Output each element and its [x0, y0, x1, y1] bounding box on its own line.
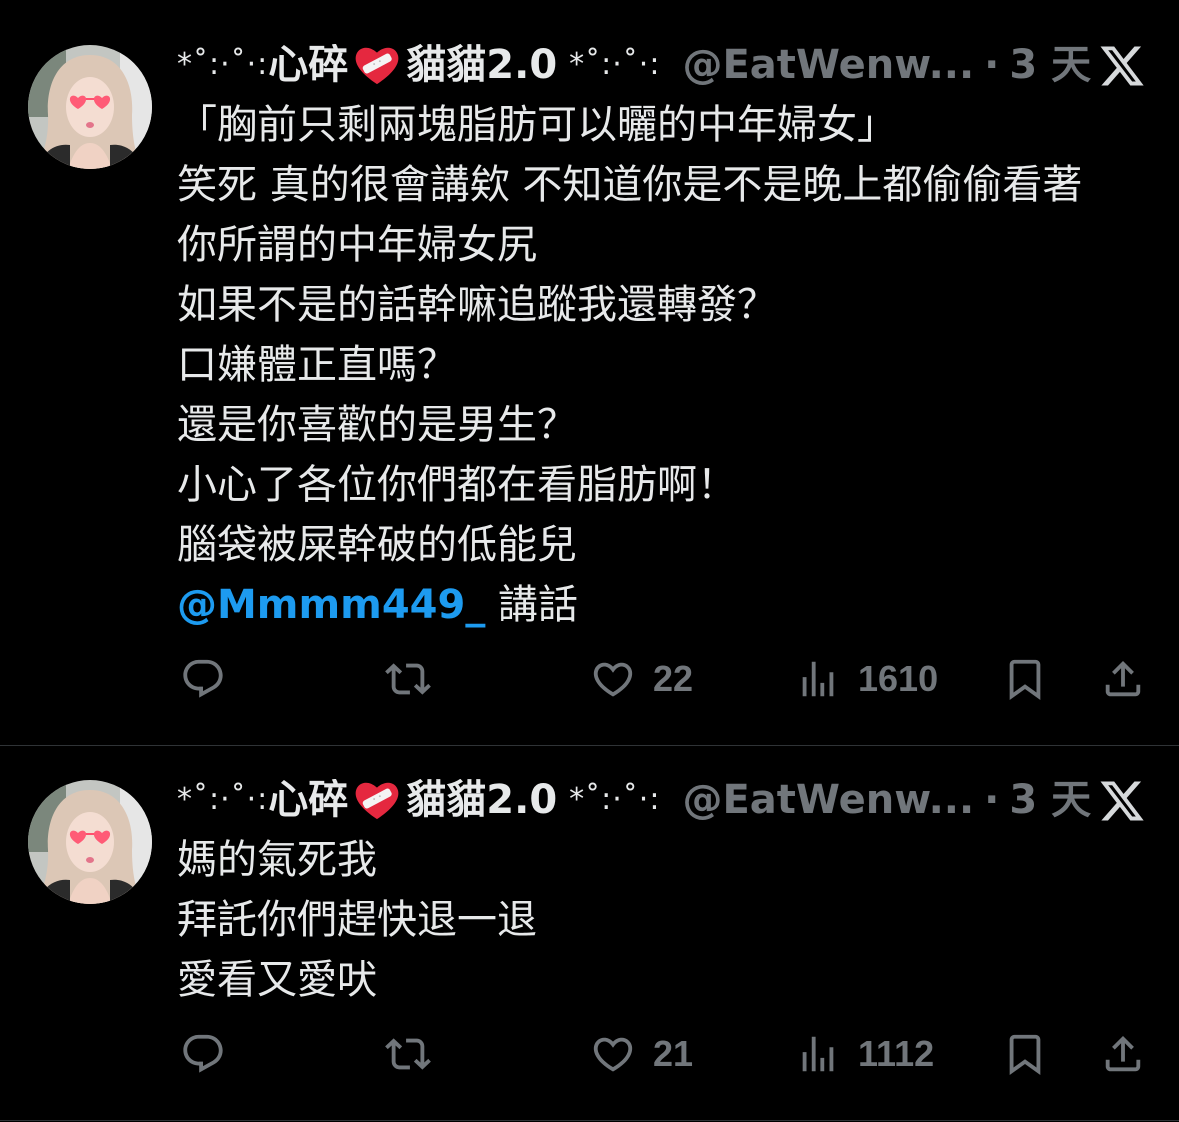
name-decoration[interactable]: *˚:·˚·:	[177, 44, 268, 86]
avatar[interactable]	[28, 780, 152, 904]
mending-heart-icon	[354, 44, 400, 86]
views-icon	[795, 1031, 841, 1077]
share-icon	[1100, 656, 1146, 702]
views-count: 1112	[858, 1033, 935, 1074]
display-name[interactable]: 心碎	[268, 44, 348, 86]
bookmark-button[interactable]	[1002, 656, 1048, 702]
share-button[interactable]	[1100, 656, 1146, 702]
repost-icon	[385, 656, 431, 702]
bookmark-icon	[1002, 656, 1048, 702]
tweet-content: *˚:·˚·: 心碎 貓貓2.0 *˚:·˚·: @EatWenw... · 3…	[177, 779, 1177, 1077]
heart-icon	[590, 656, 636, 702]
user-handle[interactable]: @EatWenw...	[682, 779, 974, 821]
tweet-actions: 21 1112	[177, 1031, 1172, 1077]
reply-icon	[180, 1031, 226, 1077]
display-name[interactable]: 心碎	[268, 779, 348, 821]
tweet-text-line-mention: @Mmmm449_ 講話	[177, 575, 1172, 635]
like-button[interactable]: 21	[590, 1031, 693, 1077]
tweet-actions: 22 1610	[177, 656, 1172, 702]
timestamp[interactable]: 3 天	[1009, 44, 1091, 86]
like-count: 21	[653, 1033, 694, 1074]
tweet-content: *˚:·˚·: 心碎 貓貓2.0 *˚:·˚·: @EatWenw... · 3…	[177, 44, 1177, 702]
tweet-text-line: 笑死 真的很會講欸 不知道你是不是晚上都偷偷看著	[177, 162, 1083, 208]
tweet-header: *˚:·˚·: 心碎 貓貓2.0 *˚:·˚·: @EatWenw... · 3…	[177, 779, 1092, 821]
reply-button[interactable]	[180, 656, 226, 702]
tweet-text: 「胸前只剩兩塊脂肪可以曬的中年婦女」 笑死 真的很會講欸 不知道你是不是晚上都偷…	[177, 95, 1172, 635]
views-button[interactable]: 1610	[795, 656, 938, 702]
tweet[interactable]: *˚:·˚·: 心碎 貓貓2.0 *˚:·˚·: @EatWenw... · 3…	[0, 779, 1179, 1089]
tweet-text-line: 拜託你們趕快退一退	[177, 897, 537, 943]
share-button[interactable]	[1100, 1031, 1146, 1077]
tweet-text-line: 口嫌體正直嗎？	[177, 342, 457, 388]
reply-icon	[180, 656, 226, 702]
tweet-text-line: 如果不是的話幹嘛追蹤我還轉發？	[177, 282, 777, 328]
user-mention-link[interactable]: @Mmmm449_	[177, 582, 485, 628]
mending-heart-icon	[354, 779, 400, 821]
timestamp[interactable]: 3 天	[1009, 779, 1091, 821]
separator-dot: ·	[984, 44, 1000, 86]
bookmark-icon	[1002, 1031, 1048, 1077]
profile-photo	[28, 45, 152, 169]
views-button[interactable]: 1112	[795, 1031, 934, 1077]
tweet-text-line: 愛看又愛吠	[177, 957, 377, 1003]
bookmark-button[interactable]	[1002, 1031, 1048, 1077]
like-count: 22	[653, 658, 694, 699]
views-icon	[795, 656, 841, 702]
repost-button[interactable]	[385, 1031, 431, 1077]
reply-button[interactable]	[180, 1031, 226, 1077]
tweet-text-line: 還是你喜歡的是男生？	[177, 402, 577, 448]
display-name-suffix[interactable]: 貓貓2.0	[406, 779, 557, 821]
share-icon	[1100, 1031, 1146, 1077]
display-name-suffix[interactable]: 貓貓2.0	[406, 44, 557, 86]
mention-trailing-text: 講話	[485, 582, 579, 628]
heart-icon	[590, 1031, 636, 1077]
tweet-header: *˚:·˚·: 心碎 貓貓2.0 *˚:·˚·: @EatWenw... · 3…	[177, 44, 1092, 86]
profile-photo	[28, 780, 152, 904]
name-decoration-end[interactable]: *˚:·˚·:	[569, 779, 660, 821]
tweet-text: 媽的氣死我 拜託你們趕快退一退 愛看又愛吠	[177, 830, 1172, 1010]
tweet-text-line: 「胸前只剩兩塊脂肪可以曬的中年婦女」	[177, 102, 897, 148]
separator-dot: ·	[984, 779, 1000, 821]
repost-button[interactable]	[385, 656, 431, 702]
avatar[interactable]	[28, 45, 152, 169]
user-handle[interactable]: @EatWenw...	[682, 44, 974, 86]
tweet-text-line: 你所謂的中年婦女尻	[177, 222, 537, 268]
tweet[interactable]: *˚:·˚·: 心碎 貓貓2.0 *˚:·˚·: @EatWenw... · 3…	[0, 44, 1179, 714]
tweet-divider	[0, 745, 1179, 746]
tweet-text-line: 媽的氣死我	[177, 837, 377, 883]
tweet-divider	[0, 1120, 1179, 1121]
name-decoration[interactable]: *˚:·˚·:	[177, 779, 268, 821]
views-count: 1610	[858, 658, 939, 699]
tweet-text-line: 小心了各位你們都在看脂肪啊！	[177, 462, 737, 508]
name-decoration-end[interactable]: *˚:·˚·:	[569, 44, 660, 86]
tweet-text-line: 腦袋被屎幹破的低能兒	[177, 522, 577, 568]
like-button[interactable]: 22	[590, 656, 693, 702]
repost-icon	[385, 1031, 431, 1077]
